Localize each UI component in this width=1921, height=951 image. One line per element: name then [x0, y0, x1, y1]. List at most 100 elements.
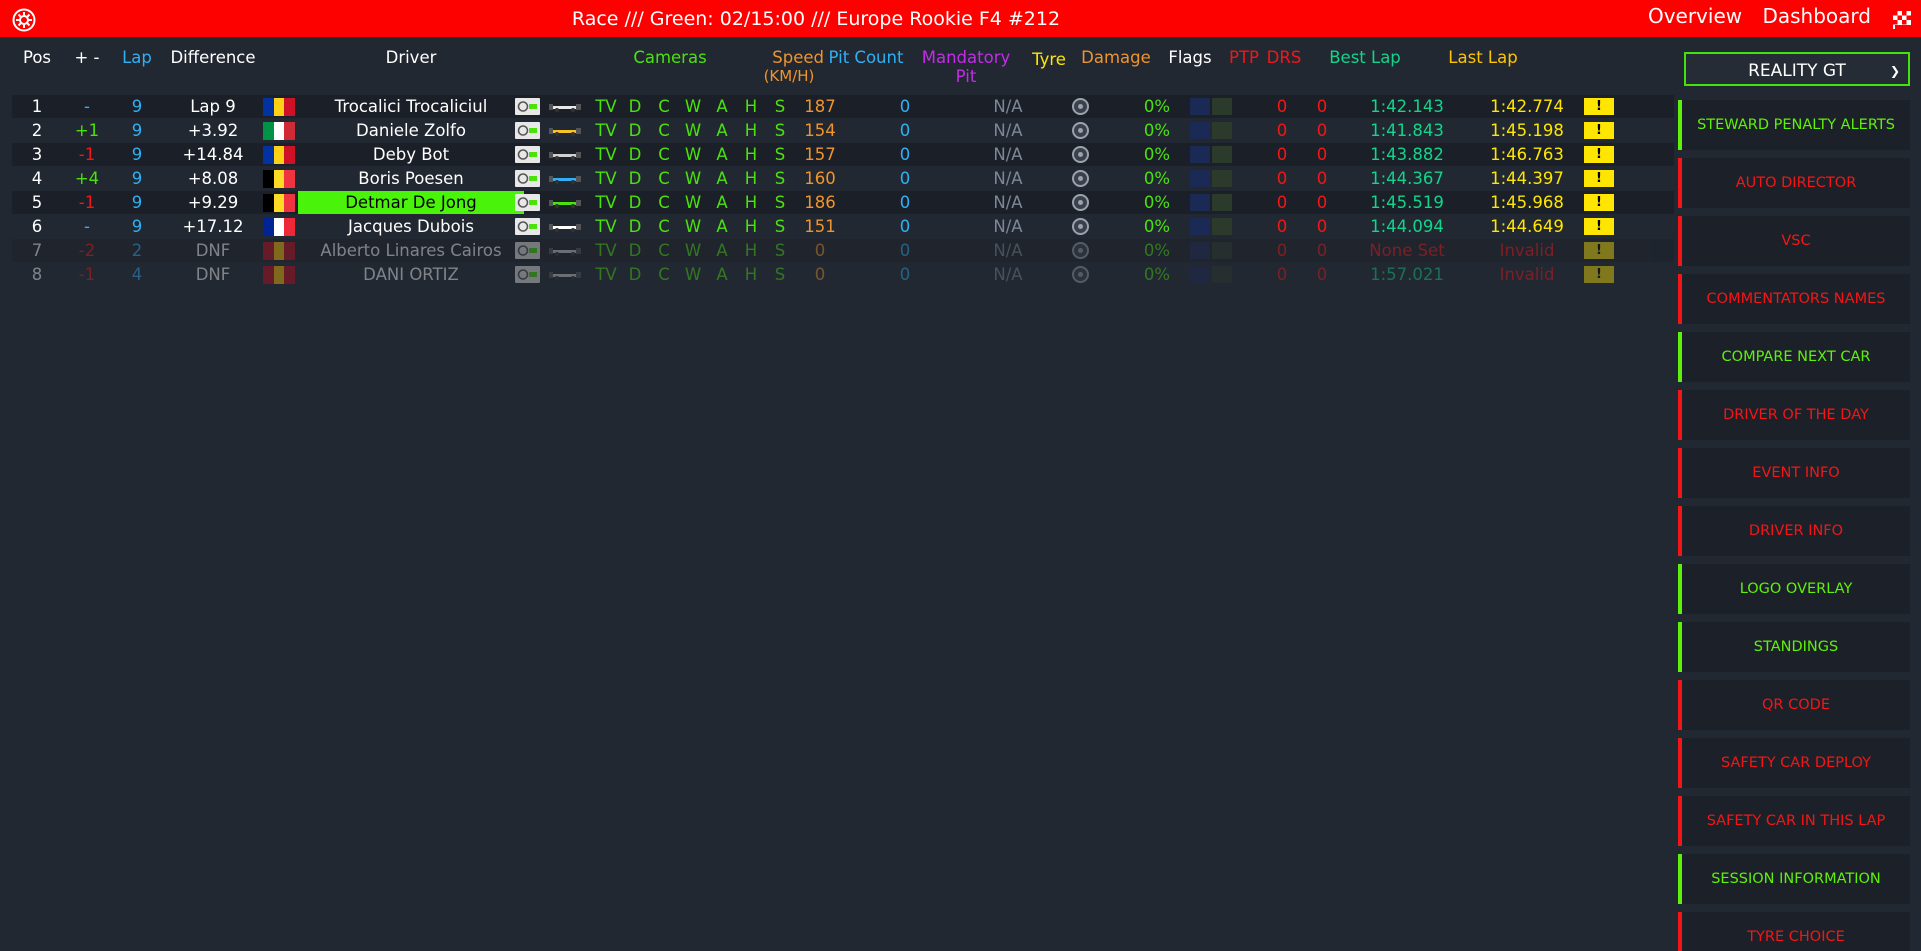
camera-c-button[interactable]: C — [651, 119, 677, 142]
penalty-alert-button[interactable]: ! — [1584, 98, 1614, 115]
sidebar-button-logo-overlay[interactable]: LOGO OVERLAY — [1678, 564, 1910, 614]
blue-flag-button[interactable] — [1190, 122, 1210, 139]
camera-h-button[interactable]: H — [738, 215, 764, 238]
onboard-camera-icon[interactable] — [515, 194, 540, 211]
col-ptp[interactable]: PTP — [1224, 48, 1264, 68]
col-difference[interactable]: Difference — [163, 48, 263, 68]
blue-flag-button[interactable] — [1190, 242, 1210, 259]
sidebar-button-driver-info[interactable]: DRIVER INFO — [1678, 506, 1910, 556]
camera-s-button[interactable]: S — [767, 95, 793, 118]
col-damage[interactable]: Damage — [1076, 48, 1156, 68]
row-driver[interactable]: Trocalici Trocaliciul — [298, 95, 524, 118]
col-lap[interactable]: Lap — [116, 48, 158, 68]
penalty-alert-button[interactable]: ! — [1584, 146, 1614, 163]
camera-w-button[interactable]: W — [680, 119, 706, 142]
row-driver[interactable]: Jacques Dubois — [298, 215, 524, 238]
camera-a-button[interactable]: A — [709, 215, 735, 238]
camera-w-button[interactable]: W — [680, 239, 706, 262]
camera-s-button[interactable]: S — [767, 239, 793, 262]
yellow-flag-button[interactable] — [1212, 218, 1232, 235]
camera-tv-button[interactable]: TV — [593, 143, 619, 166]
camera-s-button[interactable]: S — [767, 215, 793, 238]
session-select[interactable]: REALITY GT ❯ — [1684, 52, 1910, 86]
table-row[interactable]: 4 +4 9 +8.08 Boris Poesen TV D C W A H S 160 0 N/A 0% 0 0… — [12, 167, 1674, 190]
camera-w-button[interactable]: W — [680, 263, 706, 286]
camera-w-button[interactable]: W — [680, 215, 706, 238]
sidebar-button-compare-next-car[interactable]: COMPARE NEXT CAR — [1678, 332, 1910, 382]
camera-tv-button[interactable]: TV — [593, 95, 619, 118]
blue-flag-button[interactable] — [1190, 146, 1210, 163]
table-row[interactable]: 8 -1 4 DNF DANI ORTIZ TV D C W A H S 0 0 N/A 0% 0 0 1:57.0… — [12, 263, 1674, 286]
camera-w-button[interactable]: W — [680, 191, 706, 214]
penalty-alert-button[interactable]: ! — [1584, 170, 1614, 187]
col-last-lap[interactable]: Last Lap — [1436, 48, 1530, 68]
sidebar-button-steward-penalty-alerts[interactable]: STEWARD PENALTY ALERTS — [1678, 100, 1910, 150]
penalty-alert-button[interactable]: ! — [1584, 266, 1614, 283]
sidebar-button-safety-car-deploy[interactable]: SAFETY CAR DEPLOY — [1678, 738, 1910, 788]
camera-tv-button[interactable]: TV — [593, 239, 619, 262]
table-row[interactable]: 3 -1 9 +14.84 Deby Bot TV D C W A H S 157 0 N/A 0% 0 0 1:4… — [12, 143, 1674, 166]
camera-a-button[interactable]: A — [709, 95, 735, 118]
camera-c-button[interactable]: C — [651, 143, 677, 166]
table-row[interactable]: 6 - 9 +17.12 Jacques Dubois TV D C W A H S 151 0 N/A 0%… — [12, 215, 1674, 238]
sidebar-button-vsc[interactable]: VSC — [1678, 216, 1910, 266]
sidebar-button-commentators-names[interactable]: COMMENTATORS NAMES — [1678, 274, 1910, 324]
blue-flag-button[interactable] — [1190, 194, 1210, 211]
camera-c-button[interactable]: C — [651, 167, 677, 190]
row-driver[interactable]: Deby Bot — [298, 143, 524, 166]
blue-flag-button[interactable] — [1190, 266, 1210, 283]
camera-a-button[interactable]: A — [709, 263, 735, 286]
camera-d-button[interactable]: D — [622, 143, 648, 166]
penalty-alert-button[interactable]: ! — [1584, 218, 1614, 235]
col-tyre[interactable]: Tyre — [1026, 50, 1072, 70]
row-driver[interactable]: Daniele Zolfo — [298, 119, 524, 142]
penalty-alert-button[interactable]: ! — [1584, 122, 1614, 139]
sidebar-button-qr-code[interactable]: QR CODE — [1678, 680, 1910, 730]
yellow-flag-button[interactable] — [1212, 146, 1232, 163]
penalty-alert-button[interactable]: ! — [1584, 194, 1614, 211]
camera-s-button[interactable]: S — [767, 191, 793, 214]
camera-a-button[interactable]: A — [709, 143, 735, 166]
camera-d-button[interactable]: D — [622, 263, 648, 286]
camera-tv-button[interactable]: TV — [593, 191, 619, 214]
camera-d-button[interactable]: D — [622, 191, 648, 214]
sidebar-button-safety-car-in-this-lap[interactable]: SAFETY CAR IN THIS LAP — [1678, 796, 1910, 846]
camera-h-button[interactable]: H — [738, 167, 764, 190]
yellow-flag-button[interactable] — [1212, 98, 1232, 115]
col-pos[interactable]: Pos — [12, 48, 62, 68]
camera-h-button[interactable]: H — [738, 119, 764, 142]
camera-a-button[interactable]: A — [709, 191, 735, 214]
camera-tv-button[interactable]: TV — [593, 119, 619, 142]
camera-c-button[interactable]: C — [651, 239, 677, 262]
sidebar-button-standings[interactable]: STANDINGS — [1678, 622, 1910, 672]
yellow-flag-button[interactable] — [1212, 266, 1232, 283]
nav-dashboard[interactable]: Dashboard — [1762, 4, 1871, 28]
camera-tv-button[interactable]: TV — [593, 215, 619, 238]
camera-c-button[interactable]: C — [651, 191, 677, 214]
col-flags[interactable]: Flags — [1162, 48, 1218, 68]
camera-d-button[interactable]: D — [622, 95, 648, 118]
camera-s-button[interactable]: S — [767, 263, 793, 286]
camera-h-button[interactable]: H — [738, 263, 764, 286]
camera-h-button[interactable]: H — [738, 143, 764, 166]
camera-s-button[interactable]: S — [767, 119, 793, 142]
sidebar-button-session-information[interactable]: SESSION INFORMATION — [1678, 854, 1910, 904]
camera-s-button[interactable]: S — [767, 167, 793, 190]
onboard-camera-icon[interactable] — [515, 266, 540, 283]
table-row[interactable]: 7 -2 2 DNF Alberto Linares Cairos TV D C W A H S 0 0 N… — [12, 239, 1674, 262]
camera-h-button[interactable]: H — [738, 239, 764, 262]
yellow-flag-button[interactable] — [1212, 122, 1232, 139]
col-drs[interactable]: DRS — [1264, 48, 1304, 68]
sidebar-button-driver-of-the-day[interactable]: DRIVER OF THE DAY — [1678, 390, 1910, 440]
onboard-camera-icon[interactable] — [515, 122, 540, 139]
camera-d-button[interactable]: D — [622, 215, 648, 238]
camera-d-button[interactable]: D — [622, 239, 648, 262]
camera-s-button[interactable]: S — [767, 143, 793, 166]
row-driver[interactable]: Alberto Linares Cairos — [298, 239, 524, 262]
camera-a-button[interactable]: A — [709, 119, 735, 142]
table-row[interactable]: 5 -1 9 +9.29 Detmar De Jong TV D C W A H S 186 0 N/A 0%… — [12, 191, 1674, 214]
blue-flag-button[interactable] — [1190, 170, 1210, 187]
col-driver[interactable]: Driver — [298, 48, 524, 68]
table-row[interactable]: 1 - 9 Lap 9 Trocalici Trocaliciul TV D C W A H S 187… — [12, 95, 1674, 118]
onboard-camera-icon[interactable] — [515, 146, 540, 163]
